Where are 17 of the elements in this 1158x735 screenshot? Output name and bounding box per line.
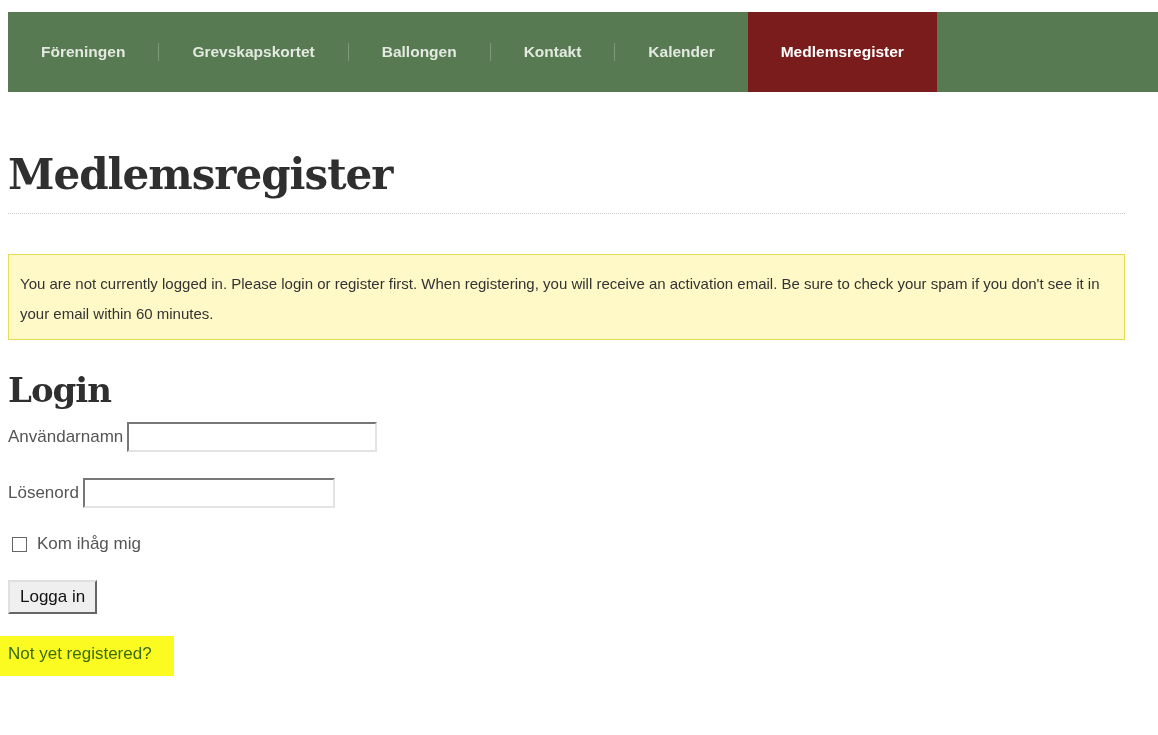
register-link[interactable]: Not yet registered?	[0, 636, 174, 676]
login-button[interactable]: Logga in	[8, 580, 98, 614]
username-field[interactable]	[127, 422, 378, 452]
nav-item[interactable]: Föreningen	[8, 12, 159, 92]
nav-item[interactable]: Kontakt	[490, 12, 615, 92]
checkbox-label: Kom ihåg mig	[37, 534, 141, 554]
notice-message: You are not currently logged in. Please login or register first. When registering, you will receive an activation email. Be sure to check your spam if you don't see it in your email within 60 minutes.	[8, 254, 1125, 340]
nav-item[interactable]: Ballongen	[348, 12, 490, 92]
field-label: Användarnamn	[8, 427, 124, 447]
checkbox[interactable]	[12, 536, 27, 552]
password-field[interactable]	[82, 478, 335, 508]
field-label: Lösenord	[8, 483, 79, 503]
nav-item[interactable]: Medlemsregister	[747, 12, 937, 92]
nav-item[interactable]: Grevskapskortet	[159, 12, 348, 92]
page-title: Medlemsregister	[8, 150, 395, 199]
nav-item[interactable]: Kalender	[615, 12, 748, 92]
login-title: Login	[8, 370, 113, 410]
